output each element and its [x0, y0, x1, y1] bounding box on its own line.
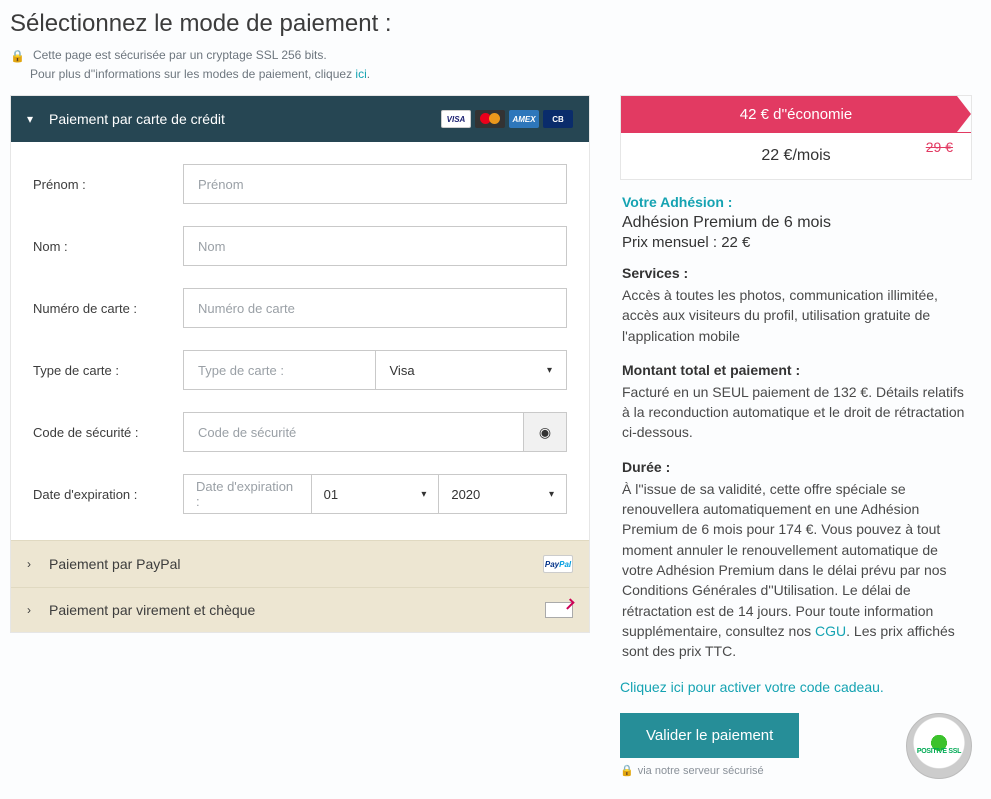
validate-button[interactable]: Valider le paiement	[620, 713, 799, 758]
savings-banner: 42 € d''économie	[621, 96, 971, 133]
seccode-input[interactable]	[183, 412, 523, 452]
promo-code-link[interactable]: Cliquez ici pour activer votre code cade…	[620, 679, 972, 695]
lock-icon: 🔒	[620, 764, 634, 777]
cheque-icon	[545, 602, 573, 618]
via-secure-text: via notre serveur sécurisé	[638, 765, 764, 777]
firstname-input[interactable]	[183, 164, 567, 204]
price-monthly: 22 €/mois	[761, 147, 830, 165]
more-info-suffix: .	[367, 67, 370, 81]
adhesion-title: Votre Adhésion :	[622, 194, 970, 210]
services-title: Services :	[622, 265, 970, 281]
duration-text: À l''issue de sa validité, cette offre s…	[622, 479, 970, 662]
expiry-placeholder: Date d'expiration :	[183, 474, 312, 514]
cardtype-value: Visa	[390, 363, 415, 378]
cardtype-label: Type de carte :	[33, 363, 183, 378]
cardtype-select[interactable]: Visa ▾	[376, 350, 568, 390]
expiry-year-value: 2020	[451, 487, 480, 502]
chevron-down-icon: ▾	[549, 489, 554, 500]
cardtype-placeholder: Type de carte :	[183, 350, 376, 390]
expiry-month-value: 01	[324, 487, 338, 502]
lastname-label: Nom :	[33, 239, 183, 254]
ssl-seal-icon: POSITIVE SSL	[906, 713, 972, 779]
cb-icon: CB	[543, 110, 573, 128]
expiry-year-select[interactable]: 2020 ▾	[439, 474, 567, 514]
expiry-month-select[interactable]: 01 ▾	[312, 474, 440, 514]
chevron-right-icon: ›	[27, 557, 49, 571]
chevron-down-icon: ▾	[421, 489, 426, 500]
firstname-label: Prénom :	[33, 177, 183, 192]
credit-card-form: Prénom : Nom : Numéro de carte : Type de…	[11, 142, 589, 540]
more-info-link[interactable]: ici	[355, 67, 366, 81]
visa-icon: VISA	[441, 110, 471, 128]
more-info-prefix: Pour plus d''informations sur les modes …	[30, 67, 355, 81]
expiry-label: Date d'expiration :	[33, 487, 183, 502]
tab-paypal[interactable]: › Paiement par PayPal PayPal	[11, 540, 589, 587]
lock-icon: 🔒	[10, 49, 25, 63]
adhesion-name: Adhésion Premium de 6 mois	[622, 214, 970, 232]
total-title: Montant total et paiement :	[622, 362, 970, 378]
amex-icon: AMEX	[509, 110, 539, 128]
adhesion-price: Prix mensuel : 22 €	[622, 234, 970, 251]
chevron-right-icon: ›	[27, 603, 49, 617]
secure-text: Cette page est sécurisée par un cryptage…	[33, 48, 327, 62]
seccode-label: Code de sécurité :	[33, 425, 183, 440]
cgu-link[interactable]: CGU	[815, 623, 846, 639]
info-icon: ◉	[539, 424, 551, 441]
chevron-down-icon: ▾	[547, 365, 552, 376]
lastname-input[interactable]	[183, 226, 567, 266]
tab-credit-card-label: Paiement par carte de crédit	[49, 111, 441, 127]
seccode-help-button[interactable]: ◉	[523, 412, 567, 452]
mastercard-icon	[475, 110, 505, 128]
tab-wire-cheque-label: Paiement par virement et chèque	[49, 602, 545, 618]
page-title: Sélectionnez le mode de paiement :	[10, 10, 981, 38]
price-old: 29 €	[926, 139, 953, 155]
chevron-down-icon: ▾	[27, 112, 49, 126]
tab-wire-cheque[interactable]: › Paiement par virement et chèque	[11, 587, 589, 632]
services-text: Accès à toutes les photos, communication…	[622, 285, 970, 346]
paypal-icon: PayPal	[543, 555, 573, 573]
total-text: Facturé en un SEUL paiement de 132 €. Dé…	[622, 382, 970, 443]
cardnum-label: Numéro de carte :	[33, 301, 183, 316]
duration-title: Durée :	[622, 459, 970, 475]
tab-paypal-label: Paiement par PayPal	[49, 556, 543, 572]
tab-credit-card[interactable]: ▾ Paiement par carte de crédit VISA AMEX…	[11, 96, 589, 142]
cardnum-input[interactable]	[183, 288, 567, 328]
